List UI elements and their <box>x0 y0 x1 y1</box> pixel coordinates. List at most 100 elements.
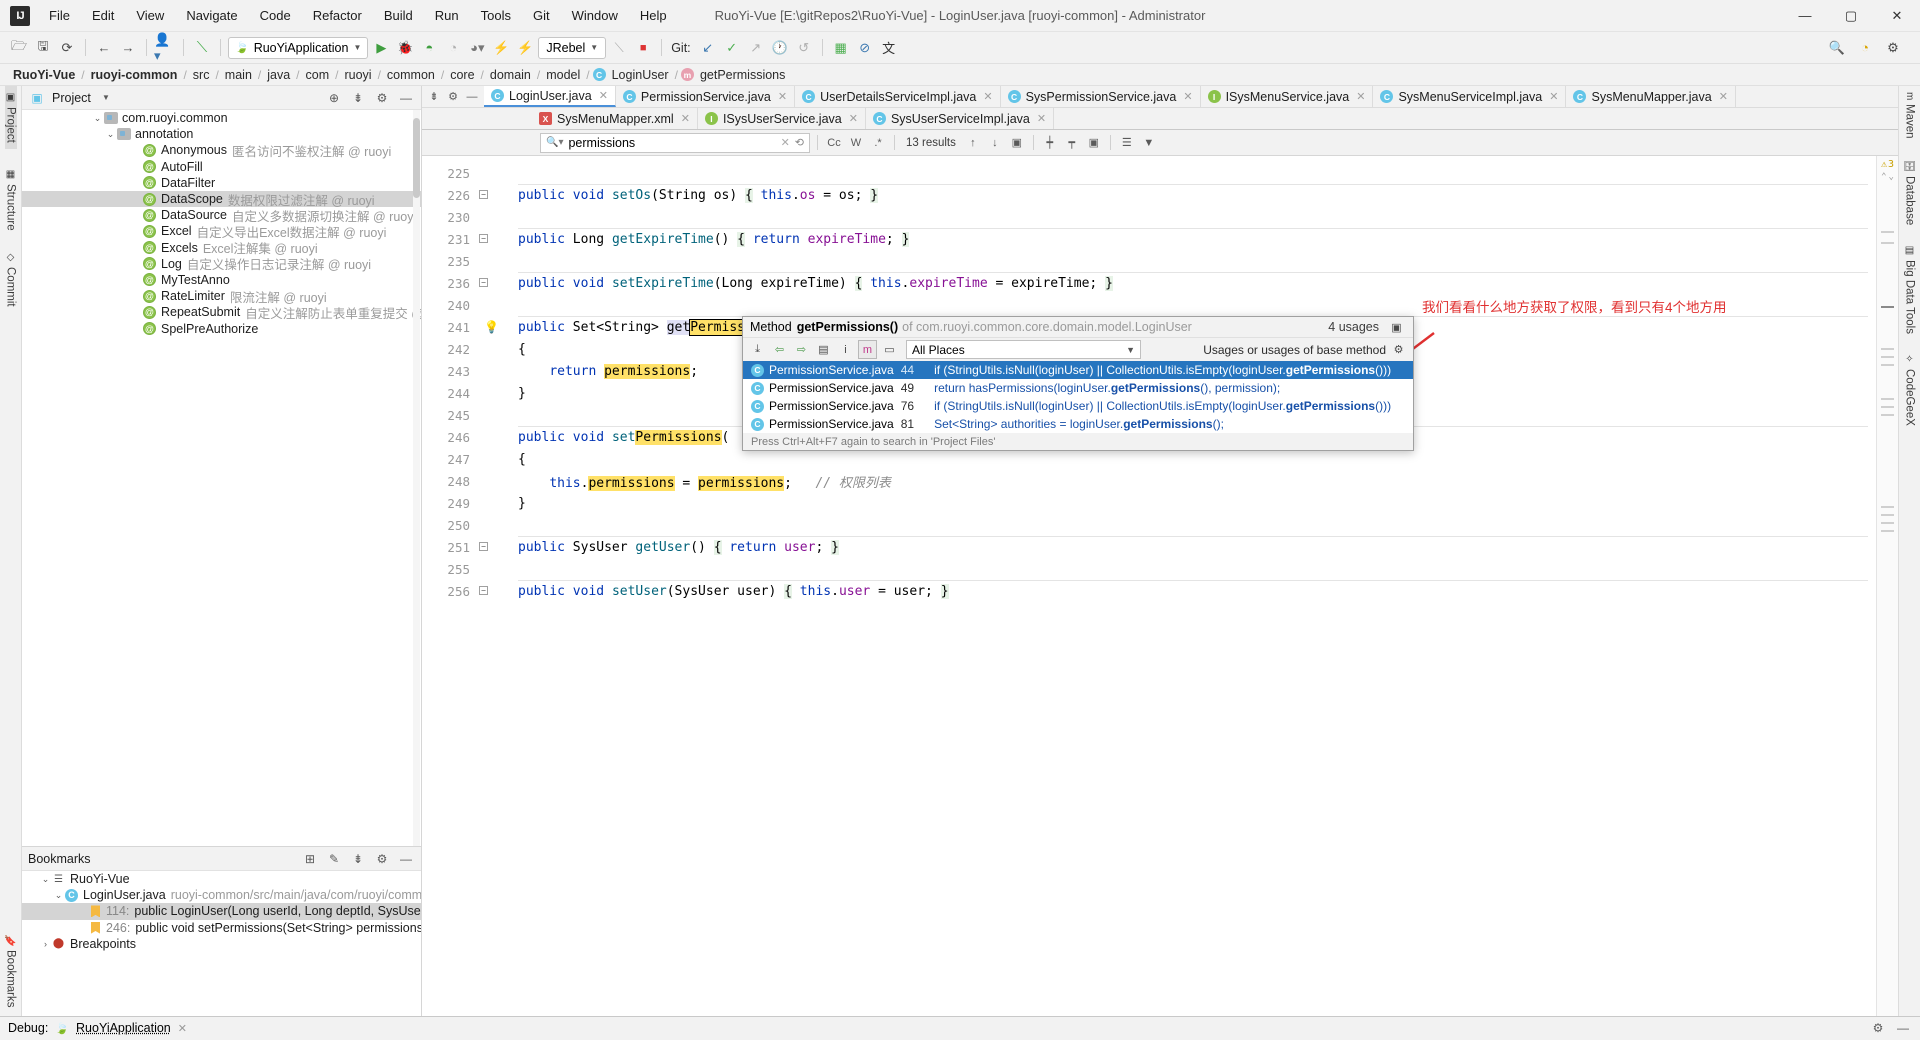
code-line[interactable]: 235 <box>422 250 1898 272</box>
menu-file[interactable]: File <box>38 4 81 27</box>
sync-icon[interactable]: ⟳ <box>56 37 78 59</box>
hide-panel-icon[interactable]: — <box>397 850 415 868</box>
preview-icon[interactable]: ▭ <box>880 340 899 359</box>
code-line[interactable]: 247 { <box>422 448 1898 470</box>
no-entry-icon[interactable]: ⊘ <box>854 37 876 59</box>
search-history-icon[interactable]: ⟲ <box>795 136 804 149</box>
collapse-all-icon[interactable]: ⇟ <box>349 850 367 868</box>
close-icon[interactable]: ✕ <box>778 90 787 103</box>
fold-marker-icon[interactable]: − <box>479 586 488 595</box>
filter-icon[interactable]: ▼ <box>1140 134 1158 152</box>
close-icon[interactable]: ✕ <box>1549 90 1558 103</box>
jrebel-debug-icon[interactable]: ⚡ <box>514 37 536 59</box>
code-line[interactable]: 250 <box>422 514 1898 536</box>
code-editor[interactable]: ⚠ 3 ⌃ ⌄ 225 226 − public void setOs(Stri… <box>422 156 1898 1016</box>
bookmark-item[interactable]: 246: public void setPermissions(Set<Strin… <box>22 920 421 936</box>
menu-code[interactable]: Code <box>249 4 302 27</box>
preserve-case-icon[interactable]: ▣ <box>1085 134 1103 152</box>
prev-match-icon[interactable]: ↑ <box>964 134 982 152</box>
menu-refactor[interactable]: Refactor <box>302 4 373 27</box>
project-tree-item[interactable]: @ RepeatSubmit 自定义注解防止表单重复提交 @ ruoyi <box>22 304 421 321</box>
search-everywhere-icon[interactable]: ▦ <box>830 37 852 59</box>
project-tree-item[interactable]: ⌄ com.ruoyi.common <box>22 110 421 126</box>
fold-marker-icon[interactable]: − <box>479 234 488 243</box>
sidebar-item-maven[interactable]: m Maven <box>1904 86 1916 145</box>
breadcrumb-item-9[interactable]: domain <box>487 68 534 82</box>
usage-row[interactable]: C PermissionService.java 76 if (StringUtils… <box>743 397 1413 415</box>
project-tree-item[interactable]: @ AutoFill <box>22 159 421 175</box>
attach-profiler-button[interactable]: ◕▾ <box>466 37 488 59</box>
debug-session-name[interactable]: RuoYiApplication <box>76 1021 171 1035</box>
words-toggle[interactable]: W <box>847 134 865 152</box>
menu-run[interactable]: Run <box>424 4 470 27</box>
usages-list[interactable]: C PermissionService.java 44 if (StringUtils… <box>743 361 1413 433</box>
close-icon[interactable]: ✕ <box>1037 112 1046 125</box>
hammer-gray-icon[interactable]: ⟍ <box>608 37 630 59</box>
edit-bookmark-icon[interactable]: ✎ <box>325 850 343 868</box>
close-icon[interactable]: ✕ <box>1719 90 1728 103</box>
code-line[interactable]: 225 <box>422 162 1898 184</box>
project-tree-item[interactable]: @ DataFilter <box>22 175 421 191</box>
tree-twisty-icon[interactable]: ⌄ <box>91 113 104 124</box>
collapse-all-icon[interactable]: ⇟ <box>349 89 367 107</box>
git-rollback-icon[interactable]: ↺ <box>793 37 815 59</box>
project-tree-item[interactable]: @ Log 自定义操作日志记录注解 @ ruoyi <box>22 256 421 272</box>
tab-permissionservice-java[interactable]: C PermissionService.java ✕ <box>615 86 796 107</box>
fold-marker-icon[interactable]: − <box>479 190 488 199</box>
project-tree[interactable]: ⌄ com.ruoyi.common ⌄ annotation @ Anonymous 匿名… <box>22 110 421 846</box>
regex-toggle[interactable]: .* <box>869 134 887 152</box>
code-line[interactable]: 248 this.permissions = permissions; // 权… <box>422 470 1898 492</box>
breadcrumb-item-4[interactable]: java <box>264 68 293 82</box>
usage-row[interactable]: C PermissionService.java 44 if (StringUtils… <box>743 361 1413 379</box>
previous-occurrence-icon[interactable]: ⇦ <box>770 340 789 359</box>
jrebel-run-icon[interactable]: ⚡ <box>490 37 512 59</box>
menu-edit[interactable]: Edit <box>81 4 125 27</box>
menu-navigate[interactable]: Navigate <box>175 4 248 27</box>
breadcrumb-item-3[interactable]: main <box>222 68 255 82</box>
save-all-icon[interactable]: 🖫 <box>32 37 54 59</box>
chevron-down-icon[interactable]: ▼ <box>97 89 115 107</box>
breadcrumb-item-8[interactable]: core <box>447 68 477 82</box>
code-line[interactable]: 256− public void setUser(SysUser user) { … <box>422 580 1898 602</box>
breadcrumb-item-2[interactable]: src <box>190 68 213 82</box>
menu-tools[interactable]: Tools <box>470 4 522 27</box>
project-tree-item[interactable]: @ DataScope 数据权限过滤注解 @ ruoyi <box>22 190 421 208</box>
fold-marker-icon[interactable]: − <box>479 278 488 287</box>
info-icon[interactable]: i <box>836 340 855 359</box>
intention-bulb-icon[interactable]: 💡 <box>484 320 499 334</box>
code-line[interactable]: 251− public SysUser getUser() { return us… <box>422 536 1898 558</box>
tab-isysuserservice-java[interactable]: I ISysUserService.java ✕ <box>697 108 866 129</box>
usage-row[interactable]: C PermissionService.java 81 Set<String> aut… <box>743 415 1413 433</box>
run-with-coverage-button[interactable]: ◓ <box>418 37 440 59</box>
close-button[interactable]: ✕ <box>1874 0 1920 32</box>
select-opened-file-icon[interactable]: ⊕ <box>325 89 343 107</box>
search-input[interactable] <box>568 135 776 150</box>
tree-twisty-icon[interactable]: › <box>39 939 52 949</box>
settings-gear-icon[interactable]: ⚙ <box>1389 340 1408 359</box>
settings-gear-icon[interactable]: ⚙ <box>373 850 391 868</box>
project-tree-item[interactable]: @ DataSource 自定义多数据源切换注解 @ ruoyi <box>22 207 421 224</box>
run-button[interactable]: ▶ <box>370 37 392 59</box>
search-icon[interactable]: 🔍 <box>1826 37 1848 59</box>
menu-window[interactable]: Window <box>561 4 629 27</box>
sidebar-item-codegeex[interactable]: ✧ CodeGeeX <box>1904 348 1916 432</box>
open-folder-icon[interactable]: 🗁 <box>8 37 30 59</box>
menu-view[interactable]: View <box>125 4 175 27</box>
sidebar-item-bigdata[interactable]: ▤ Big Data Tools <box>1904 239 1916 340</box>
settings-gear-icon[interactable]: ⚙ <box>373 89 391 107</box>
minimize-button[interactable]: — <box>1782 0 1828 32</box>
user-profile-icon[interactable]: 👤▾ <box>154 32 176 63</box>
project-tree-item[interactable]: @ Excels Excel注解集 @ ruoyi <box>22 240 421 256</box>
close-icon[interactable]: ✕ <box>681 112 690 125</box>
tab-loginuser-java[interactable]: C LoginUser.java ✕ <box>484 86 616 107</box>
breadcrumb-item-12[interactable]: getPermissions <box>697 68 788 82</box>
code-line[interactable]: 226− public void setOs(String os) { this.… <box>422 184 1898 206</box>
settings-gear-icon[interactable]: ⚙ <box>1869 1019 1887 1037</box>
close-icon[interactable]: ✕ <box>1356 90 1365 103</box>
hide-panel-icon[interactable]: — <box>1894 1019 1912 1037</box>
git-history-icon[interactable]: 🕐 <box>769 37 791 59</box>
hide-panel-icon[interactable]: — <box>464 89 480 105</box>
breadcrumb-item-7[interactable]: common <box>384 68 438 82</box>
project-tree-item[interactable]: @ Anonymous 匿名访问不鉴权注解 @ ruoyi <box>22 142 421 159</box>
select-all-matches-icon[interactable]: ▣ <box>1008 134 1026 152</box>
